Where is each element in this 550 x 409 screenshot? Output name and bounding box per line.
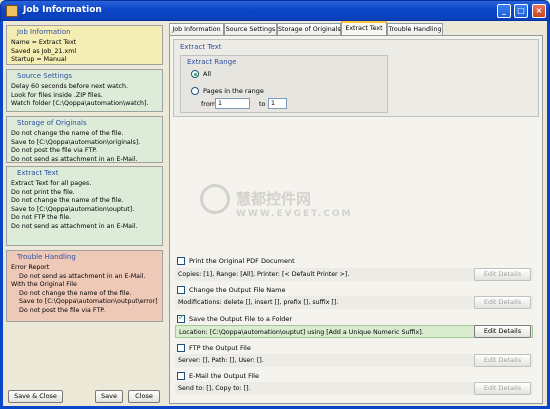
watermark-url: WWW.EVGET.COM	[236, 209, 353, 219]
edit-details-button[interactable]: Edit Details	[474, 296, 531, 309]
output-label: FTP the Output File	[189, 344, 251, 352]
title-bar[interactable]: Job Information _ □ ×	[0, 0, 550, 21]
tab-job-information[interactable]: Job Information	[169, 23, 224, 35]
group-title: Extract Text	[180, 43, 222, 51]
summary-panel: Job Information Name = Extract Text Save…	[6, 25, 163, 377]
extract-text-panel: Extract Text Extract Range All Pages in …	[169, 35, 543, 404]
save-button[interactable]: Save	[95, 390, 123, 403]
edit-details-button[interactable]: Edit Details	[474, 325, 531, 338]
summary-line: Error Report	[11, 264, 50, 271]
from-label: from	[201, 100, 217, 108]
summary-line: Do not change the name of the file.	[19, 289, 132, 297]
app-icon	[6, 5, 18, 17]
tab-source-settings[interactable]: Source Settings	[224, 23, 277, 35]
summary-line: With the Original File	[11, 281, 77, 288]
summary-line: Do not post the file via FTP.	[11, 147, 98, 154]
tab-storage-of-originals[interactable]: Storage of Originals	[277, 23, 341, 35]
summary-line: Do not change the name of the file.	[11, 130, 124, 137]
summary-line: Do not change the name of the file.	[11, 197, 124, 204]
edit-details-button[interactable]: Edit Details	[474, 268, 531, 281]
summary-line: Look for files inside .ZIP files.	[11, 91, 103, 99]
output-label: Save the Output File to a Folder	[189, 315, 293, 323]
extract-text-group: Extract Text Extract Range All Pages in …	[173, 39, 539, 117]
page-range-label: Pages in the range	[203, 87, 264, 95]
save-and-close-button[interactable]: Save & Close	[8, 390, 63, 403]
output-label: E-Mail the Output File	[189, 372, 259, 380]
summary-extract-text[interactable]: Extract Text Extract Text for all pages.…	[6, 166, 163, 246]
close-button[interactable]: Close	[128, 390, 160, 403]
summary-source-settings[interactable]: Source Settings Delay 60 seconds before …	[6, 69, 163, 112]
email-output-checkbox[interactable]	[177, 372, 185, 380]
summary-line: Extract Text for all pages.	[11, 180, 92, 187]
summary-line: Startup = Manual	[11, 56, 67, 63]
summary-storage-of-originals[interactable]: Storage of Originals Do not change the n…	[6, 116, 163, 163]
summary-line: Saved as Job_21.xml	[11, 47, 77, 55]
summary-line: Do not send as attachment in an E-Mail.	[19, 272, 146, 280]
summary-line: Save to [C:\Qoppa\automation\originals].	[11, 138, 141, 146]
edit-details-button[interactable]: Edit Details	[474, 382, 531, 395]
summary-line: Do not send as attachment in an E-Mail.	[11, 222, 138, 230]
tab-extract-text[interactable]: Extract Text	[341, 21, 387, 36]
section-title: Storage of Originals	[17, 119, 87, 127]
section-title: Extract Text	[17, 169, 59, 177]
tab-trouble-handling[interactable]: Trouble Handling	[387, 23, 443, 35]
section-title: Job Information	[17, 28, 71, 36]
summary-line: Name = Extract Text	[11, 39, 77, 46]
save-to-folder-checkbox[interactable]	[177, 313, 185, 323]
summary-line: Save to [C:\Qoppa\automation\ouptut].	[11, 205, 135, 213]
section-title: Trouble Handling	[17, 253, 76, 261]
to-label: to	[259, 100, 266, 108]
extract-range-group: Extract Range All Pages in the range fro…	[180, 55, 388, 113]
summary-line: Do not send as attachment in an E-Mail.	[11, 155, 138, 163]
print-original-checkbox[interactable]	[177, 257, 185, 265]
summary-line: Do not post the file via FTP.	[19, 306, 106, 314]
output-label: Print the Original PDF Document	[189, 257, 295, 265]
change-name-checkbox[interactable]	[177, 286, 185, 294]
summary-trouble-handling[interactable]: Trouble Handling Error Report Do not sen…	[6, 250, 163, 322]
watermark-logo	[200, 184, 230, 214]
summary-line: Watch folder [C:\Qoppa\automation\watch]…	[11, 100, 149, 107]
from-page-input[interactable]: 1	[215, 98, 250, 109]
all-pages-label: All	[203, 70, 212, 78]
summary-job-information[interactable]: Job Information Name = Extract Text Save…	[6, 25, 163, 65]
watermark-text: 慧都控件网	[236, 190, 312, 208]
page-range-radio[interactable]	[191, 87, 199, 95]
summary-line: Do not print the file.	[11, 188, 75, 196]
edit-details-button[interactable]: Edit Details	[474, 354, 531, 367]
summary-line: Delay 60 seconds before next watch.	[11, 83, 128, 90]
group-title: Extract Range	[187, 58, 237, 66]
minimize-button[interactable]: _	[497, 4, 511, 18]
window-title: Job Information	[23, 5, 102, 15]
output-label: Change the Output File Name	[189, 286, 286, 294]
summary-line: Do not FTP the file.	[11, 214, 72, 221]
all-pages-radio[interactable]	[191, 70, 199, 78]
ftp-output-checkbox[interactable]	[177, 344, 185, 352]
close-window-button[interactable]: ×	[532, 4, 546, 18]
section-title: Source Settings	[17, 72, 72, 80]
summary-line: Save to [C:\Qoppa\automation\output\erro…	[19, 298, 158, 305]
maximize-button[interactable]: □	[514, 4, 528, 18]
to-page-input[interactable]: 1	[268, 98, 287, 109]
